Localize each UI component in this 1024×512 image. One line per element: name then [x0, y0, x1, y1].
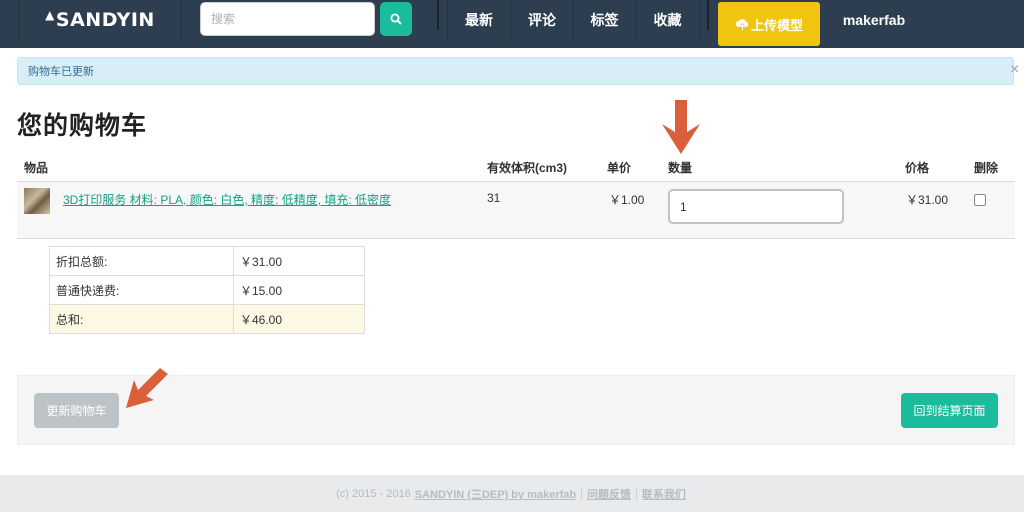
- quantity-input[interactable]: [668, 189, 844, 224]
- item-volume: 31: [487, 191, 501, 205]
- alert-text: 购物车已更新: [28, 66, 94, 78]
- cart-item-link[interactable]: 3D打印服务 材料: PLA, 颜色: 白色, 精度: 低精度, 填充: 低密度: [63, 191, 391, 208]
- discount-value: ￥31.00: [233, 246, 365, 276]
- footer-contact-link[interactable]: 联系我们: [642, 486, 686, 502]
- footer-brand-link[interactable]: SANDYIN (三DEP) by makerfab: [415, 486, 576, 502]
- user-menu-link[interactable]: makerfab: [826, 0, 922, 40]
- arrow-down-icon: [662, 100, 700, 154]
- summary-row-total: 总和: ￥46.00: [49, 304, 365, 334]
- summary-row-discount: 折扣总额: ￥31.00: [49, 246, 365, 276]
- nav-divider: [437, 0, 439, 30]
- footer-feedback-link[interactable]: 问题反馈: [587, 486, 631, 502]
- table-row: [17, 181, 1015, 239]
- cart-updated-alert: 购物车已更新: [17, 57, 1014, 85]
- footer-copyright: (c) 2015 - 2016: [336, 487, 411, 500]
- header-unit-price: 单价: [607, 161, 632, 175]
- page-title: 您的购物车: [17, 111, 148, 140]
- checkout-button[interactable]: 回到结算页面: [901, 393, 998, 428]
- cloud-upload-icon: [735, 18, 749, 30]
- logo-text: SANDYIN: [55, 9, 155, 31]
- search-input[interactable]: [200, 2, 375, 36]
- site-footer: (c) 2015 - 2016 SANDYIN (三DEP) by makerf…: [0, 475, 1024, 512]
- upload-label: 上传模型: [750, 17, 803, 33]
- delete-checkbox[interactable]: [974, 194, 986, 206]
- logo-arrow-icon: ▲: [45, 8, 55, 22]
- item-price: ￥31.00: [906, 193, 949, 207]
- item-thumbnail[interactable]: [24, 188, 50, 214]
- nav-item-comments[interactable]: 评论: [511, 0, 574, 40]
- search-button[interactable]: [380, 2, 412, 36]
- discount-label: 折扣总额:: [49, 246, 234, 276]
- header-volume: 有效体积(cm3): [487, 161, 568, 175]
- nav-item-tags[interactable]: 标签: [574, 0, 636, 40]
- nav-item-latest[interactable]: 最新: [447, 0, 511, 40]
- footer-separator: |: [634, 487, 638, 500]
- shipping-label: 普通快递费:: [49, 275, 234, 305]
- total-label: 总和:: [49, 304, 234, 334]
- header-item: 物品: [24, 161, 49, 175]
- footer-separator: |: [580, 487, 583, 500]
- nav-divider: [707, 0, 709, 30]
- shipping-value: ￥15.00: [233, 275, 365, 305]
- upload-model-button[interactable]: 上传模型: [718, 2, 820, 46]
- site-logo[interactable]: ▲ SANDYIN: [18, 0, 182, 40]
- top-navbar: ▲ SANDYIN 最新 评论 标签 收藏 上传模型 makerfab: [0, 0, 1024, 48]
- header-delete: 删除: [974, 161, 999, 175]
- update-cart-button[interactable]: 更新购物车: [34, 393, 119, 428]
- arrow-down-left-icon: [126, 368, 168, 408]
- header-price: 价格: [905, 161, 930, 175]
- total-value: ￥46.00: [233, 304, 365, 334]
- nav-item-favorites[interactable]: 收藏: [636, 0, 700, 40]
- item-unit-price: ￥1.00: [609, 193, 645, 207]
- summary-row-shipping: 普通快递费: ￥15.00: [49, 275, 365, 305]
- header-quantity: 数量: [668, 161, 693, 175]
- order-summary-table: 折扣总额: ￥31.00 普通快递费: ￥15.00 总和: ￥46.00: [49, 246, 365, 334]
- search-icon: [390, 13, 402, 25]
- close-icon[interactable]: ×: [1010, 62, 1019, 78]
